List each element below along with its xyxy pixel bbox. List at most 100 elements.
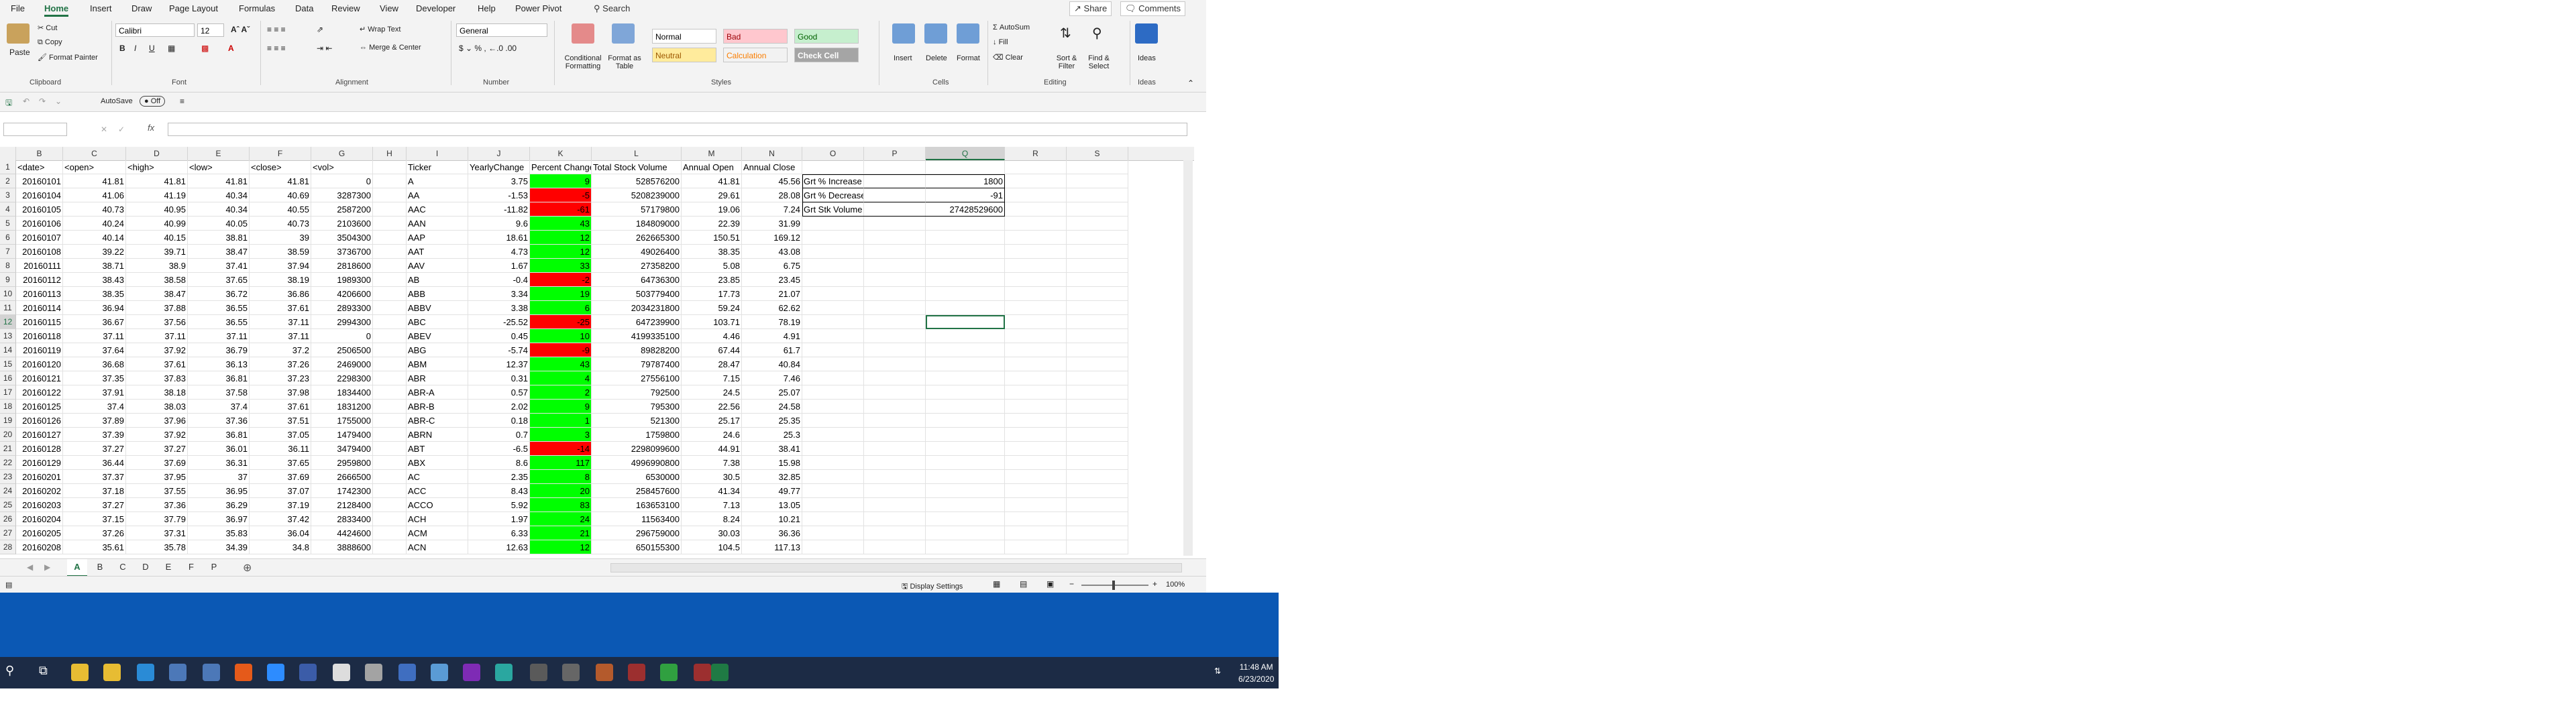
row-header[interactable]: 28 [0,540,16,554]
table-cell[interactable]: 40.99 [126,217,188,231]
table-cell[interactable]: 36.81 [188,371,250,385]
notepad-icon[interactable] [431,664,448,681]
table-cell[interactable]: 1989300 [311,273,373,287]
table-cell[interactable]: 6530000 [592,470,682,484]
table-cell[interactable] [864,217,926,231]
table-cell[interactable] [926,456,1005,470]
row-header[interactable]: 10 [0,287,16,301]
table-cell[interactable]: 36.67 [63,315,126,329]
table-cell[interactable]: 4199335100 [592,329,682,343]
table-cell[interactable]: 37.37 [63,470,126,484]
autosum-button[interactable]: Σ AutoSum [993,23,1030,32]
format-cells-icon[interactable] [957,23,979,44]
table-cell[interactable]: 7.38 [682,456,742,470]
find-select-icon[interactable]: ⚲ [1092,25,1102,42]
summary-value[interactable]: -91 [926,188,1005,202]
table-cell[interactable] [1005,273,1067,287]
table-cell[interactable] [926,231,1005,245]
table-cell[interactable] [373,259,407,273]
sort-filter-icon[interactable]: ⇅ [1060,25,1071,42]
table-cell[interactable]: 0.57 [468,385,530,400]
table-cell[interactable]: 7.24 [742,202,802,217]
column-header-k[interactable]: K [530,147,592,160]
row-header[interactable]: 25 [0,498,16,512]
font-size-select[interactable]: 12 [197,23,224,37]
table-cell[interactable] [1067,357,1128,371]
table-cell[interactable]: 2587200 [311,202,373,217]
table-cell[interactable]: 37.65 [188,273,250,287]
table-cell[interactable] [1067,245,1128,259]
table-cell[interactable]: -6.5 [468,442,530,456]
table-cell[interactable]: 28.08 [742,188,802,202]
table-cell[interactable] [373,329,407,343]
table-cell[interactable]: 20160125 [16,400,63,414]
row-header[interactable]: 24 [0,484,16,498]
column-header-j[interactable]: J [468,147,530,160]
table-cell[interactable]: 37.05 [250,428,311,442]
table-cell[interactable]: 36.01 [188,442,250,456]
table-cell[interactable]: 37.15 [63,512,126,526]
table-cell[interactable]: 3736700 [311,245,373,259]
table-cell[interactable]: 40.55 [250,202,311,217]
table-cell[interactable]: 36.97 [188,512,250,526]
table-cell[interactable]: 9 [530,174,592,188]
undo-icon[interactable]: ↶ [23,97,30,106]
share-button[interactable]: ↗ Share [1069,1,1112,16]
page-layout-view-icon[interactable]: ▤ [1020,579,1027,589]
table-cell[interactable]: 36.29 [188,498,250,512]
table-cell[interactable]: 40.73 [63,202,126,217]
table-cell[interactable]: 650155300 [592,540,682,554]
table-cell[interactable]: 24.58 [742,400,802,414]
table-cell[interactable] [1067,315,1128,329]
table-cell[interactable]: 28.47 [682,357,742,371]
table-cell[interactable]: 31.99 [742,217,802,231]
table-cell[interactable] [926,329,1005,343]
header-cell[interactable] [373,160,407,174]
table-cell[interactable]: 36.11 [250,442,311,456]
table-cell[interactable]: 795300 [592,400,682,414]
ideas-icon[interactable] [1135,23,1158,44]
table-cell[interactable]: 37.36 [188,414,250,428]
table-cell[interactable]: 1 [530,414,592,428]
table-cell[interactable] [1067,217,1128,231]
table-cell[interactable]: 36.81 [188,428,250,442]
header-cell[interactable] [802,160,864,174]
table-cell[interactable]: 41.19 [126,188,188,202]
table-cell[interactable] [1005,202,1067,217]
column-header-e[interactable]: E [188,147,250,160]
column-header-r[interactable]: R [1005,147,1067,160]
table-cell[interactable] [1067,456,1128,470]
zoom-out-icon[interactable]: − [1069,579,1074,589]
header-cell[interactable]: Percent Change [530,160,592,174]
table-cell[interactable]: 37.4 [188,400,250,414]
tab-insert[interactable]: Insert [90,0,112,17]
table-cell[interactable] [373,231,407,245]
column-header-h[interactable]: H [373,147,407,160]
tab-power-pivot[interactable]: Power Pivot [515,0,561,17]
next-sheet-icon[interactable]: ▶ [44,562,50,572]
table-cell[interactable]: -9 [530,343,592,357]
table-cell[interactable]: 2994300 [311,315,373,329]
table-cell[interactable]: ABR-A [407,385,468,400]
table-cell[interactable]: 15.98 [742,456,802,470]
table-cell[interactable]: 104.5 [682,540,742,554]
table-cell[interactable]: 20160203 [16,498,63,512]
table-cell[interactable] [1067,273,1128,287]
table-cell[interactable]: 36.79 [188,343,250,357]
sheet-tab[interactable]: F [181,559,201,575]
table-cell[interactable]: 37.42 [250,512,311,526]
table-cell[interactable]: 37.88 [126,301,188,315]
table-cell[interactable] [1005,217,1067,231]
row-header[interactable]: 23 [0,470,16,484]
table-cell[interactable] [1005,385,1067,400]
table-cell[interactable] [1067,259,1128,273]
table-cell[interactable]: 37.64 [63,343,126,357]
row-header[interactable]: 3 [0,188,16,202]
sheet-tab[interactable]: P [204,559,224,575]
table-cell[interactable]: 38.9 [126,259,188,273]
table-cell[interactable]: 20160120 [16,357,63,371]
table-cell[interactable] [802,371,864,385]
horizontal-scrollbar[interactable] [610,563,1182,572]
table-cell[interactable] [373,470,407,484]
table-cell[interactable]: 36.68 [63,357,126,371]
